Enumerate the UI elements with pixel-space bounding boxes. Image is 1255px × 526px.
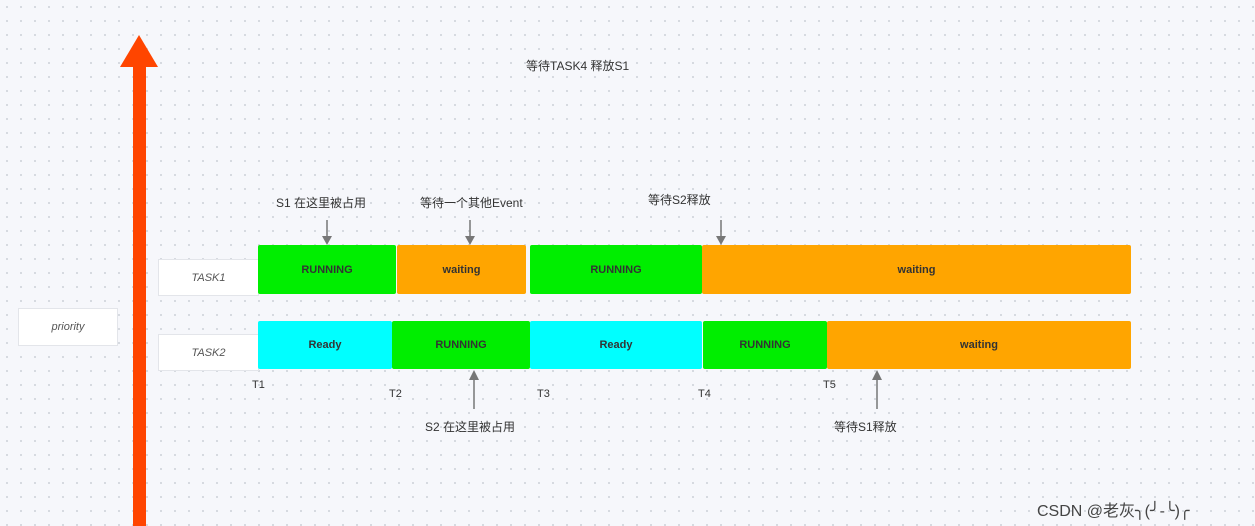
time-mark-t1: T1 [252, 379, 265, 391]
time-mark-t3: T3 [537, 388, 550, 400]
time-mark-t2: T2 [389, 388, 402, 400]
csdn-watermark: CSDN @老灰╮(╯-╰)╭ [1037, 503, 1190, 520]
time-mark-t5: T5 [823, 379, 836, 391]
time-mark-t4: T4 [698, 388, 711, 400]
diagram-canvas: 等待TASK4 释放S1 priority TASK1 RUNNING wait… [0, 0, 1255, 526]
pointer-arrows [322, 220, 882, 409]
